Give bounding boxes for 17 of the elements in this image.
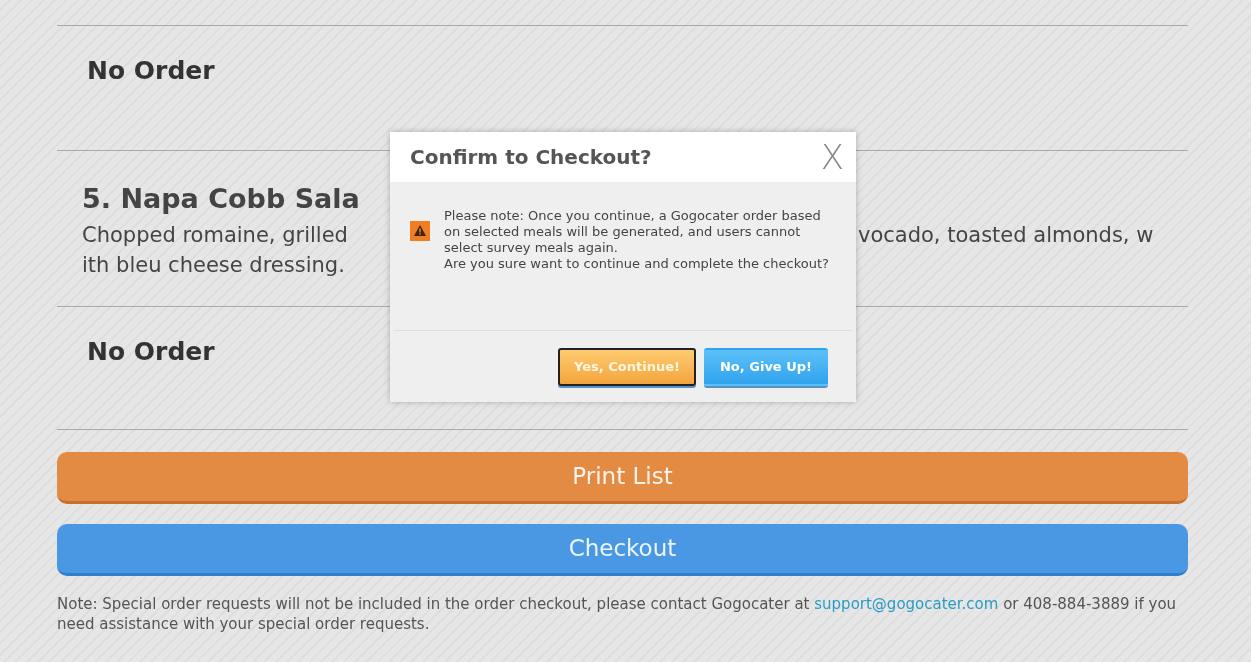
print-list-button[interactable]: Print List [57, 452, 1188, 504]
warning-icon [410, 221, 430, 241]
close-button[interactable]: X [820, 140, 844, 174]
order-status: No Order [87, 336, 215, 368]
dialog-question: Are you sure want to continue and complete the checkout? [443, 256, 830, 272]
checkout-note: Note: Special order requests will not be included in the order checkout, please contact Gogocater at support@gogocater.com or 408-884-3889 if you need assistance with your special order requests. [57, 594, 1178, 634]
order-status: No Order [87, 55, 215, 87]
dish-description: ith bleu cheese dressing. [82, 252, 345, 277]
dish-description: Chopped romaine, grilled [82, 222, 348, 247]
checkout-button[interactable]: Checkout [57, 524, 1188, 576]
dish-title: 5. Napa Cobb Sala [82, 182, 360, 216]
continue-button[interactable]: Yes, Continue! [558, 347, 696, 386]
dialog-title: Confirm to Checkout? [410, 144, 652, 171]
dish-description: vocado, toasted almonds, w [858, 221, 1154, 249]
dialog-message: Please note: Once you continue, a Gogocater order based on selected meals will be generated, and users cannot select survey meals again. [444, 208, 822, 256]
give-up-button[interactable]: No, Give Up! [704, 347, 828, 386]
support-email-link[interactable]: support@gogocater.com [814, 595, 999, 613]
